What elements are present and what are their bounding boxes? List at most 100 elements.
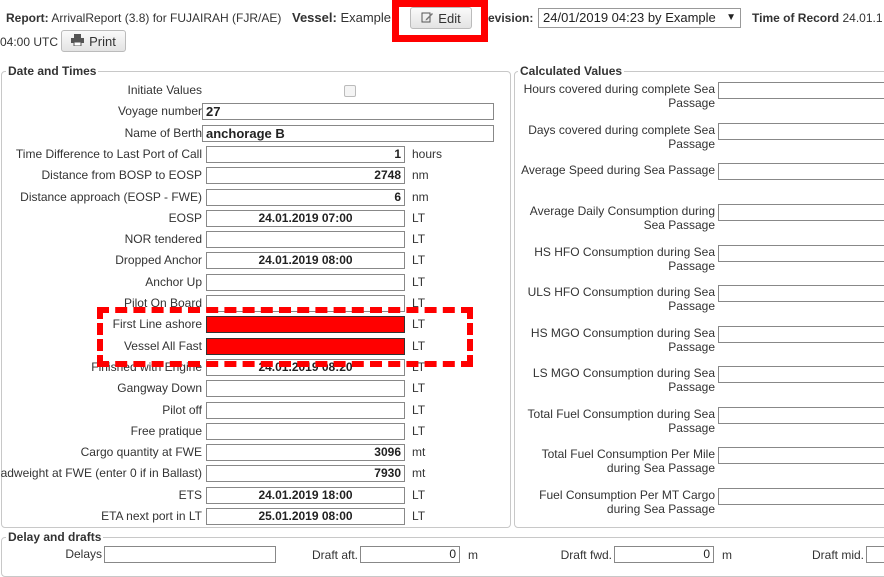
calc-label: Total Fuel Consumption Per Mile during S…	[541, 447, 715, 475]
dt-unit: LT	[412, 274, 426, 289]
dt-unit: mt	[412, 445, 426, 460]
dt-input[interactable]: 24.01.2019 07:00	[206, 209, 405, 227]
delays-label: Delays	[65, 547, 102, 561]
chevron-down-icon: ▼	[726, 12, 736, 23]
calc-value-field[interactable]	[718, 407, 884, 424]
time-utc: 04:00 UTC	[0, 35, 59, 49]
calc-label: ULS HFO Consumption during Sea Passage	[527, 285, 715, 313]
calc-label: Hours covered during complete Sea Passag…	[523, 82, 715, 110]
dt-unit: LT	[412, 381, 426, 396]
dt-label: EOSP	[168, 210, 202, 225]
draft-fwd-unit: m	[722, 548, 732, 562]
dt-input[interactable]	[206, 380, 405, 398]
draft-aft-input[interactable]: 0	[360, 546, 460, 563]
dt-label: Deadweight at FWE (enter 0 if in Ballast…	[0, 466, 202, 481]
revision-select[interactable]: 24/01/2019 04:23 by Example ▼	[538, 8, 741, 28]
dt-input[interactable]	[206, 422, 405, 440]
dt-input[interactable]: 3096	[206, 444, 405, 462]
printer-icon	[71, 33, 85, 49]
dt-unit: mt	[412, 466, 426, 481]
dt-label: Pilot off	[162, 402, 202, 417]
time-value: 24.01.1	[842, 11, 883, 25]
draft-mid-label: Draft mid.	[811, 548, 864, 562]
report-title: Report: ArrivalReport (3.8) for FUJAIRAH…	[6, 11, 281, 25]
dt-label: Time Difference to Last Port of Call	[15, 146, 202, 161]
dt-unit: LT	[412, 509, 426, 523]
draft-fwd-label: Draft fwd.	[560, 548, 612, 562]
report-label: Report:	[6, 11, 49, 25]
dt-label: NOR tendered	[124, 232, 202, 247]
revision-label: evision:	[488, 11, 534, 25]
calc-value-field[interactable]	[718, 326, 884, 343]
initiate-values-checkbox[interactable]	[344, 85, 356, 97]
calc-value-field[interactable]	[718, 163, 884, 180]
dt-input[interactable]: 2748	[206, 167, 405, 185]
print-button[interactable]: Print	[61, 30, 126, 52]
time-label: Time of Record	[752, 11, 840, 25]
dt-unit: nm	[412, 189, 429, 204]
dt-input[interactable]: 24.01.2019 18:00	[206, 486, 405, 504]
dt-unit: LT	[412, 487, 426, 502]
calc-label: Fuel Consumption Per MT Cargo during Sea…	[539, 488, 715, 516]
calc-value-field[interactable]	[718, 366, 884, 383]
draft-mid-input[interactable]	[866, 546, 884, 563]
calc-value-field[interactable]	[718, 82, 884, 99]
draft-aft-unit: m	[468, 548, 478, 562]
calc-value-field[interactable]	[718, 123, 884, 140]
highlight-dashed-box	[97, 307, 473, 367]
dt-unit: LT	[412, 210, 426, 225]
delay-legend: Delay and drafts	[6, 530, 104, 544]
dt-input[interactable]	[206, 273, 405, 291]
dt-label: Cargo quantity at FWE	[80, 445, 202, 460]
print-button-label: Print	[89, 33, 116, 49]
dt-input[interactable]: 24.01.2019 08:00	[206, 252, 405, 270]
dt-input[interactable]	[206, 401, 405, 419]
calc-label: Average Speed during Sea Passage	[521, 163, 715, 177]
dt-label: Gangway Down	[117, 381, 202, 396]
calc-value-field[interactable]	[718, 245, 884, 262]
calc-label: Days covered during complete Sea Passage	[528, 123, 715, 151]
vessel-label: Vessel:	[292, 10, 337, 25]
draft-fwd-input[interactable]: 0	[614, 546, 714, 563]
dt-unit: hours	[412, 146, 443, 161]
dt-label: Name of Berth	[124, 125, 202, 140]
dt-label: ETS	[178, 487, 202, 502]
report-value: ArrivalReport (3.8) for FUJAIRAH (FJR/AE…	[51, 11, 282, 25]
dt-input[interactable]: 6	[206, 188, 405, 206]
dt-unit: LT	[412, 232, 426, 247]
dt-label: Distance approach (EOSP - FWE)	[20, 189, 202, 204]
dt-unit: LT	[412, 423, 426, 438]
dt-label: Anchor Up	[145, 274, 202, 289]
dt-label: Distance from BOSP to EOSP	[41, 168, 202, 183]
dt-unit: nm	[412, 168, 429, 183]
dt-label: ETA next port in LT	[101, 509, 202, 523]
dt-input[interactable]: anchorage B	[202, 124, 494, 142]
dt-unit: LT	[412, 402, 426, 417]
dt-unit: LT	[412, 253, 426, 268]
vessel-info: Vessel: Example	[292, 10, 391, 25]
dt-label: Dropped Anchor	[115, 253, 202, 268]
calculated-legend: Calculated Values	[518, 64, 625, 78]
dt-input[interactable]: 7930	[206, 465, 405, 483]
time-of-record: Time of Record 24.01.1	[752, 11, 883, 25]
draft-aft-label: Draft aft.	[311, 548, 358, 562]
calc-label: HS HFO Consumption during Sea Passage	[534, 245, 715, 273]
dt-label: Free pratique	[130, 423, 202, 438]
calc-label: Total Fuel Consumption during Sea Passag…	[527, 407, 715, 435]
date-times-legend: Date and Times	[6, 64, 99, 78]
calc-label: Average Daily Consumption during Sea Pas…	[529, 204, 715, 232]
calc-value-field[interactable]	[718, 204, 884, 221]
calc-value-field[interactable]	[718, 447, 884, 464]
calc-value-field[interactable]	[718, 285, 884, 302]
revision-value: 24/01/2019 04:23 by	[543, 10, 662, 25]
revision-by: Example	[665, 10, 716, 25]
calc-label: LS MGO Consumption during Sea Passage	[532, 366, 715, 394]
dt-input[interactable]: 27	[202, 103, 494, 121]
delays-input[interactable]	[104, 546, 276, 563]
calc-value-field[interactable]	[718, 488, 884, 505]
edit-highlight-box	[392, 0, 488, 42]
dt-input[interactable]: 1	[206, 145, 405, 163]
dt-input[interactable]	[206, 231, 405, 249]
dt-input[interactable]: 25.01.2019 08:00	[206, 508, 405, 525]
vessel-value: Example	[340, 10, 392, 25]
